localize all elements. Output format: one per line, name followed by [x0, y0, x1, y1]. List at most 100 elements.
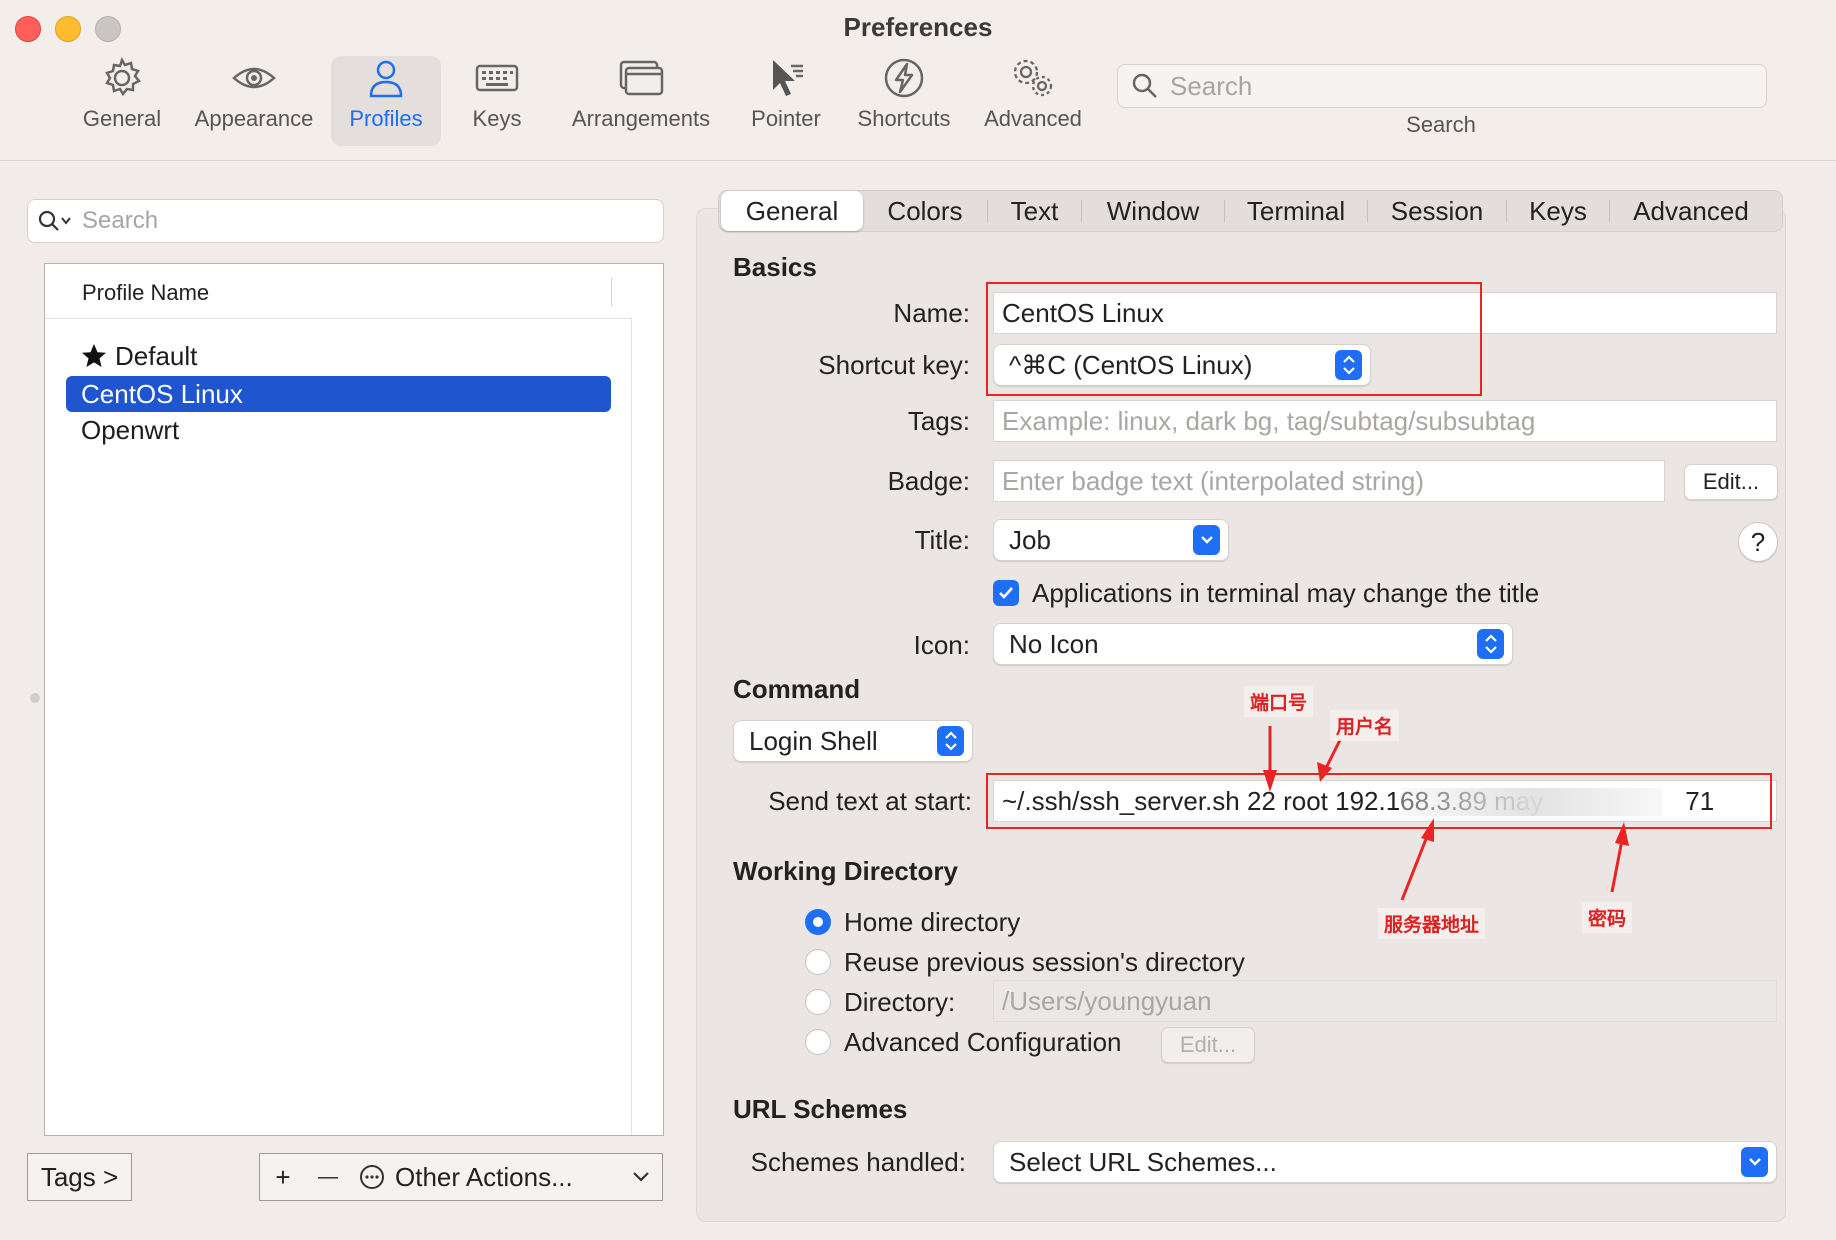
toolbar-pointer[interactable]: Pointer [738, 56, 834, 146]
preferences-window: Preferences General Appearance Profiles … [0, 0, 1836, 1240]
settings-tabs: General Colors Text Window Terminal Sess… [718, 190, 1783, 232]
radio-home-directory[interactable] [805, 909, 831, 935]
tab-colors[interactable]: Colors [863, 191, 987, 231]
keyboard-icon [475, 64, 519, 92]
other-actions-menu[interactable]: Other Actions... [351, 1153, 663, 1201]
pointer-icon [773, 60, 803, 96]
section-working-directory: Working Directory [733, 856, 958, 886]
tab-label: Session [1390, 195, 1484, 226]
toolbar-search-field[interactable]: Search [1117, 64, 1767, 108]
badge-field[interactable]: Enter badge text (interpolated string) [993, 460, 1665, 502]
remove-profile-button[interactable]: — [305, 1153, 352, 1201]
tab-text[interactable]: Text [988, 191, 1081, 231]
toolbar-label: Pointer [751, 106, 821, 131]
chevron-down-icon [633, 1172, 649, 1182]
annotation-user: 用户名 [1330, 710, 1400, 741]
column-header-label: Profile Name [82, 280, 210, 305]
radio-reuse-directory[interactable] [805, 949, 831, 975]
tab-label: General [745, 195, 839, 226]
section-command: Command [733, 674, 861, 704]
person-icon [369, 60, 403, 98]
toolbar-advanced[interactable]: Advanced [976, 56, 1090, 146]
url-schemes-popup[interactable]: Select URL Schemes... [993, 1141, 1777, 1183]
chevron-down-icon [1193, 525, 1220, 555]
search-placeholder: Search [1170, 70, 1253, 101]
toolbar-shortcuts[interactable]: Shortcuts [848, 56, 960, 146]
name-label: Name: [893, 298, 970, 328]
send-text-label: Send text at start: [768, 786, 972, 816]
shortcut-key-label: Shortcut key: [818, 350, 970, 380]
help-button[interactable]: ? [1738, 522, 1778, 562]
command-mode-popup[interactable]: Login Shell [733, 720, 973, 762]
column-header[interactable]: Profile Name [45, 264, 631, 319]
command-mode-value: Login Shell [749, 725, 878, 756]
toolbar-profiles[interactable]: Profiles [331, 56, 441, 146]
icon-label: Icon: [913, 630, 970, 660]
other-actions-label: Other Actions... [395, 1161, 573, 1192]
profile-name: CentOS Linux [81, 378, 243, 409]
tab-label: Window [1106, 195, 1200, 226]
profile-row-centos[interactable]: CentOS Linux [66, 376, 611, 412]
annotation-port: 端口号 [1244, 686, 1314, 717]
eye-icon [232, 67, 276, 89]
highlight-box-basics [986, 282, 1482, 396]
tab-keys[interactable]: Keys [1507, 191, 1609, 231]
tab-general[interactable]: General [721, 191, 863, 231]
tags-button-label: Tags > [40, 1161, 119, 1192]
tab-label: Advanced [1633, 195, 1749, 226]
profile-row-default[interactable]: Default [66, 338, 611, 374]
radio-advanced-configuration[interactable] [805, 1029, 831, 1055]
tab-terminal[interactable]: Terminal [1225, 191, 1367, 231]
search-icon [1132, 73, 1157, 98]
url-schemes-value: Select URL Schemes... [1009, 1146, 1277, 1177]
apps-change-title-label: Applications in terminal may change the … [1032, 578, 1540, 608]
ellipsis-circle-icon [360, 1165, 384, 1189]
radio-directory[interactable] [805, 989, 831, 1015]
toolbar-arrangements[interactable]: Arrangements [560, 56, 722, 146]
add-icon: + [275, 1161, 291, 1192]
search-label: Search [1406, 112, 1476, 137]
icon-popup[interactable]: No Icon [993, 623, 1513, 665]
apps-change-title-checkbox[interactable] [993, 580, 1019, 606]
toolbar-label: Profiles [349, 106, 423, 131]
split-handle[interactable] [30, 693, 40, 703]
bolt-icon [884, 58, 924, 98]
profile-row-openwrt[interactable]: Openwrt [66, 412, 611, 448]
toolbar-keys[interactable]: Keys [450, 56, 544, 146]
toolbar-label: General [82, 106, 162, 131]
profile-name: Openwrt [81, 414, 180, 445]
windows-icon [619, 60, 664, 96]
tags-field[interactable]: Example: linux, dark bg, tag/subtag/subs… [993, 400, 1777, 442]
tags-label: Tags: [907, 406, 970, 436]
home-directory-label: Home directory [844, 907, 1021, 937]
annotation-password: 密码 [1582, 902, 1633, 933]
tab-label: Keys [1529, 195, 1587, 226]
toolbar: Preferences General Appearance Profiles … [0, 0, 1836, 161]
gear-icon [105, 57, 141, 97]
profile-list: Profile Name Default CentOS Linux Openwr… [44, 263, 664, 1136]
toolbar-label: Keys [472, 106, 522, 131]
toolbar-label: Arrangements [571, 106, 711, 131]
tab-advanced[interactable]: Advanced [1610, 191, 1772, 231]
schemes-handled-label: Schemes handled: [750, 1147, 966, 1177]
title-value: Job [1009, 524, 1051, 555]
tab-session[interactable]: Session [1368, 191, 1506, 231]
remove-icon: — [318, 1165, 338, 1188]
reuse-directory-label: Reuse previous session's directory [844, 947, 1245, 977]
profile-search-field[interactable]: Search [27, 199, 664, 243]
toolbar-general[interactable]: General [70, 56, 174, 146]
checkmark-icon [999, 587, 1013, 599]
badge-edit-button[interactable]: Edit... [1684, 464, 1778, 500]
advanced-configuration-edit-button: Edit... [1161, 1027, 1255, 1063]
title-label: Title: [914, 525, 970, 555]
title-popup[interactable]: Job [993, 519, 1229, 561]
toolbar-label: Appearance [194, 106, 314, 131]
advanced-configuration-label: Advanced Configuration [844, 1027, 1122, 1057]
stepper-arrows-icon [937, 726, 964, 756]
tags-button[interactable]: Tags > [27, 1153, 132, 1201]
toolbar-appearance[interactable]: Appearance [188, 56, 320, 146]
tab-window[interactable]: Window [1082, 191, 1224, 231]
add-profile-button[interactable]: + [259, 1153, 307, 1201]
icon-value: No Icon [1009, 628, 1099, 659]
column-divider [611, 278, 612, 306]
